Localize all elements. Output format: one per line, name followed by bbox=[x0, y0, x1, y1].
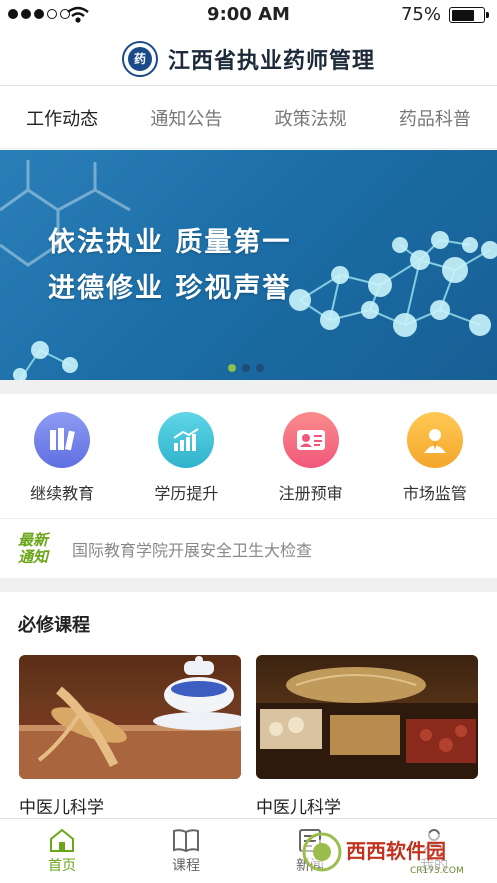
entry-registration-review[interactable]: 注册预审 bbox=[249, 394, 373, 518]
logo-icon: 药 bbox=[121, 40, 158, 77]
officer-icon bbox=[406, 412, 463, 468]
pager-dot[interactable] bbox=[242, 364, 250, 372]
battery-icon bbox=[449, 7, 489, 23]
course-card-image[interactable] bbox=[19, 655, 241, 779]
pager-dot-active[interactable] bbox=[228, 364, 236, 372]
nav-label: 课程 bbox=[172, 858, 200, 874]
entry-label: 继续教育 bbox=[30, 484, 95, 503]
logo-mark: 药 bbox=[127, 46, 152, 71]
entry-degree-upgrade[interactable]: 学历提升 bbox=[124, 394, 248, 518]
app-header: 药 江西省执业药师管理 bbox=[0, 32, 497, 86]
latest-notice-badge: 最新 通知 bbox=[18, 530, 54, 566]
course-title[interactable]: 中医儿科学 bbox=[19, 793, 104, 818]
status-bar: 9:00 AM 75% bbox=[0, 0, 497, 30]
entry-label: 注册预审 bbox=[278, 484, 343, 503]
notice-headline[interactable]: 国际教育学院开展安全卫生大检查 bbox=[72, 537, 312, 561]
nav-label: 首页 bbox=[48, 858, 76, 874]
entry-label: 市场监管 bbox=[402, 484, 467, 503]
section-divider bbox=[0, 380, 497, 394]
banner-slogan-1: 依法执业 质量第一 bbox=[48, 227, 292, 258]
badge-line-2: 通知 bbox=[18, 547, 49, 566]
watermark-logo: 西西软件园 CR173.COM bbox=[301, 831, 485, 876]
id-card-icon bbox=[282, 412, 339, 468]
category-tabs: 工作动态 通知公告 政策法规 药品科普 bbox=[0, 87, 497, 149]
course-title[interactable]: 中医儿科学 bbox=[256, 793, 341, 818]
section-divider bbox=[0, 578, 497, 592]
entry-market-supervision[interactable]: 市场监管 bbox=[373, 394, 497, 518]
page-title: 江西省执业药师管理 bbox=[167, 48, 375, 74]
pager-dot[interactable] bbox=[256, 364, 264, 372]
home-icon bbox=[50, 828, 74, 852]
banner-carousel[interactable]: 依法执业 质量第一 进德修业 珍视声誉 bbox=[0, 150, 497, 380]
book-icon bbox=[173, 829, 199, 853]
course-card-image[interactable] bbox=[256, 655, 478, 779]
bar-chart-icon bbox=[158, 412, 215, 468]
ginseng-tea-image bbox=[19, 656, 241, 779]
watermark-brand: 西西软件园 bbox=[346, 839, 446, 863]
latest-notice-bar[interactable]: 最新 通知 国际教育学院开展安全卫生大检查 bbox=[0, 518, 497, 578]
entry-label: 学历提升 bbox=[154, 484, 219, 503]
carousel-pager[interactable] bbox=[228, 364, 264, 372]
herbs-image bbox=[256, 667, 478, 779]
molecule-graphic bbox=[0, 160, 497, 380]
section-title: 必修课程 bbox=[18, 615, 90, 636]
tab-notices[interactable]: 通知公告 bbox=[124, 105, 248, 131]
books-icon bbox=[34, 412, 91, 468]
banner-slogan-2: 进德修业 珍视声誉 bbox=[48, 273, 292, 304]
tab-drug-science[interactable]: 药品科普 bbox=[373, 105, 497, 131]
tab-policies[interactable]: 政策法规 bbox=[249, 105, 373, 131]
badge-line-1: 最新 bbox=[18, 530, 49, 549]
battery-percent: 75% bbox=[400, 4, 441, 25]
nav-courses[interactable]: 课程 bbox=[124, 819, 248, 883]
watermark-url: CR173.COM bbox=[410, 866, 464, 876]
nav-home[interactable]: 首页 bbox=[0, 819, 124, 883]
entry-continuing-education[interactable]: 继续教育 bbox=[0, 394, 124, 518]
quick-entry-grid: 继续教育 学历提升 注册预审 市场监管 bbox=[0, 394, 497, 518]
tab-work-news[interactable]: 工作动态 bbox=[0, 105, 124, 131]
